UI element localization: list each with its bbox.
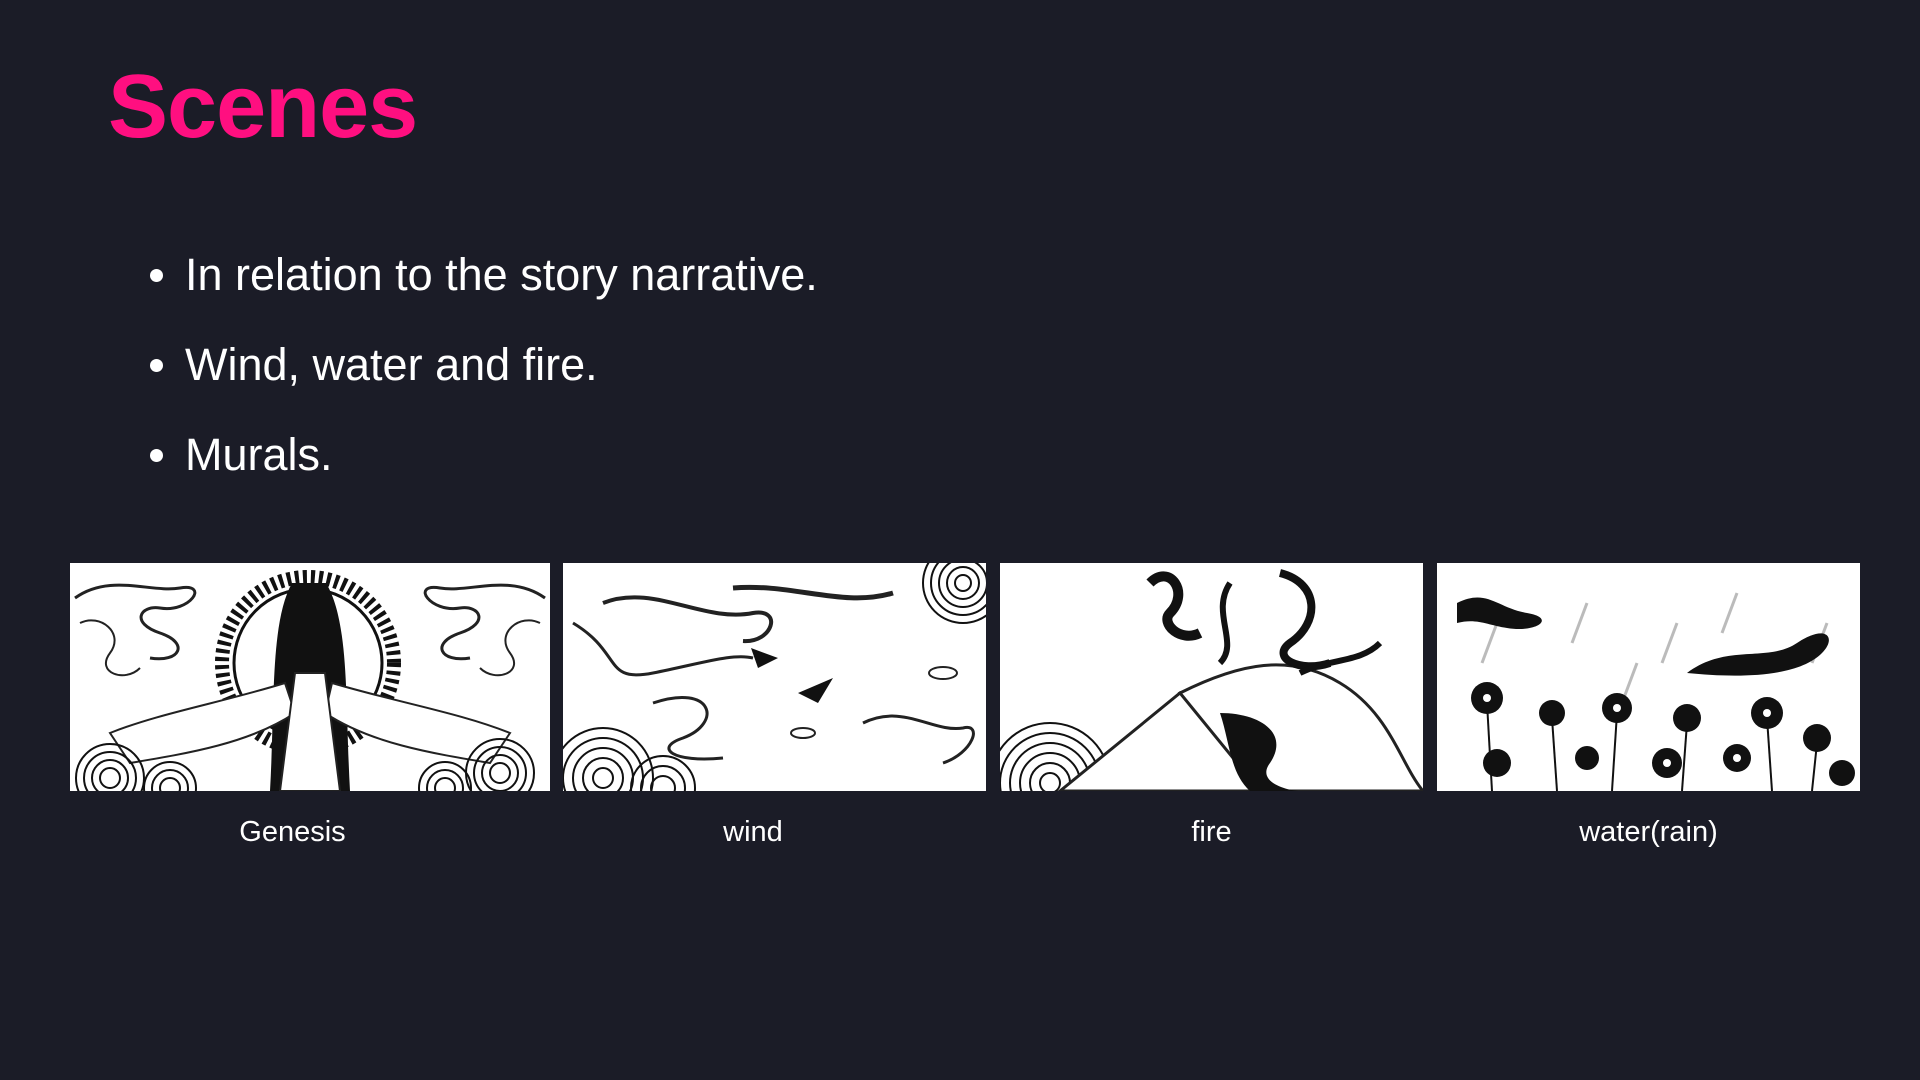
- water-rain-illustration: [1437, 563, 1860, 791]
- wind-illustration: [563, 563, 986, 791]
- slide-title: Scenes: [108, 57, 418, 157]
- bullet-item: Wind, water and fire.: [145, 320, 818, 410]
- fire-illustration: [1000, 563, 1423, 791]
- scene-caption-fire: fire: [1191, 816, 1232, 848]
- bullet-dot-icon: [150, 269, 163, 282]
- bullet-item: Murals.: [145, 410, 818, 500]
- bullet-dot-icon: [150, 359, 163, 372]
- bullet-item: In relation to the story narrative.: [145, 230, 818, 320]
- bullet-text: Wind, water and fire.: [185, 339, 598, 390]
- bullet-text: In relation to the story narrative.: [185, 249, 818, 300]
- scene-caption-wind: wind: [723, 816, 783, 848]
- bullet-list: In relation to the story narrative. Wind…: [145, 230, 818, 500]
- scene-image-fire: [1000, 563, 1423, 791]
- bullet-text: Murals.: [185, 429, 333, 480]
- scene-image-genesis: [70, 563, 550, 791]
- genesis-illustration: [70, 563, 550, 791]
- scene-image-water-rain: [1437, 563, 1860, 791]
- scene-caption-water-rain: water(rain): [1579, 816, 1718, 848]
- scene-caption-genesis: Genesis: [239, 816, 346, 848]
- scene-image-wind: [563, 563, 986, 791]
- bullet-dot-icon: [150, 449, 163, 462]
